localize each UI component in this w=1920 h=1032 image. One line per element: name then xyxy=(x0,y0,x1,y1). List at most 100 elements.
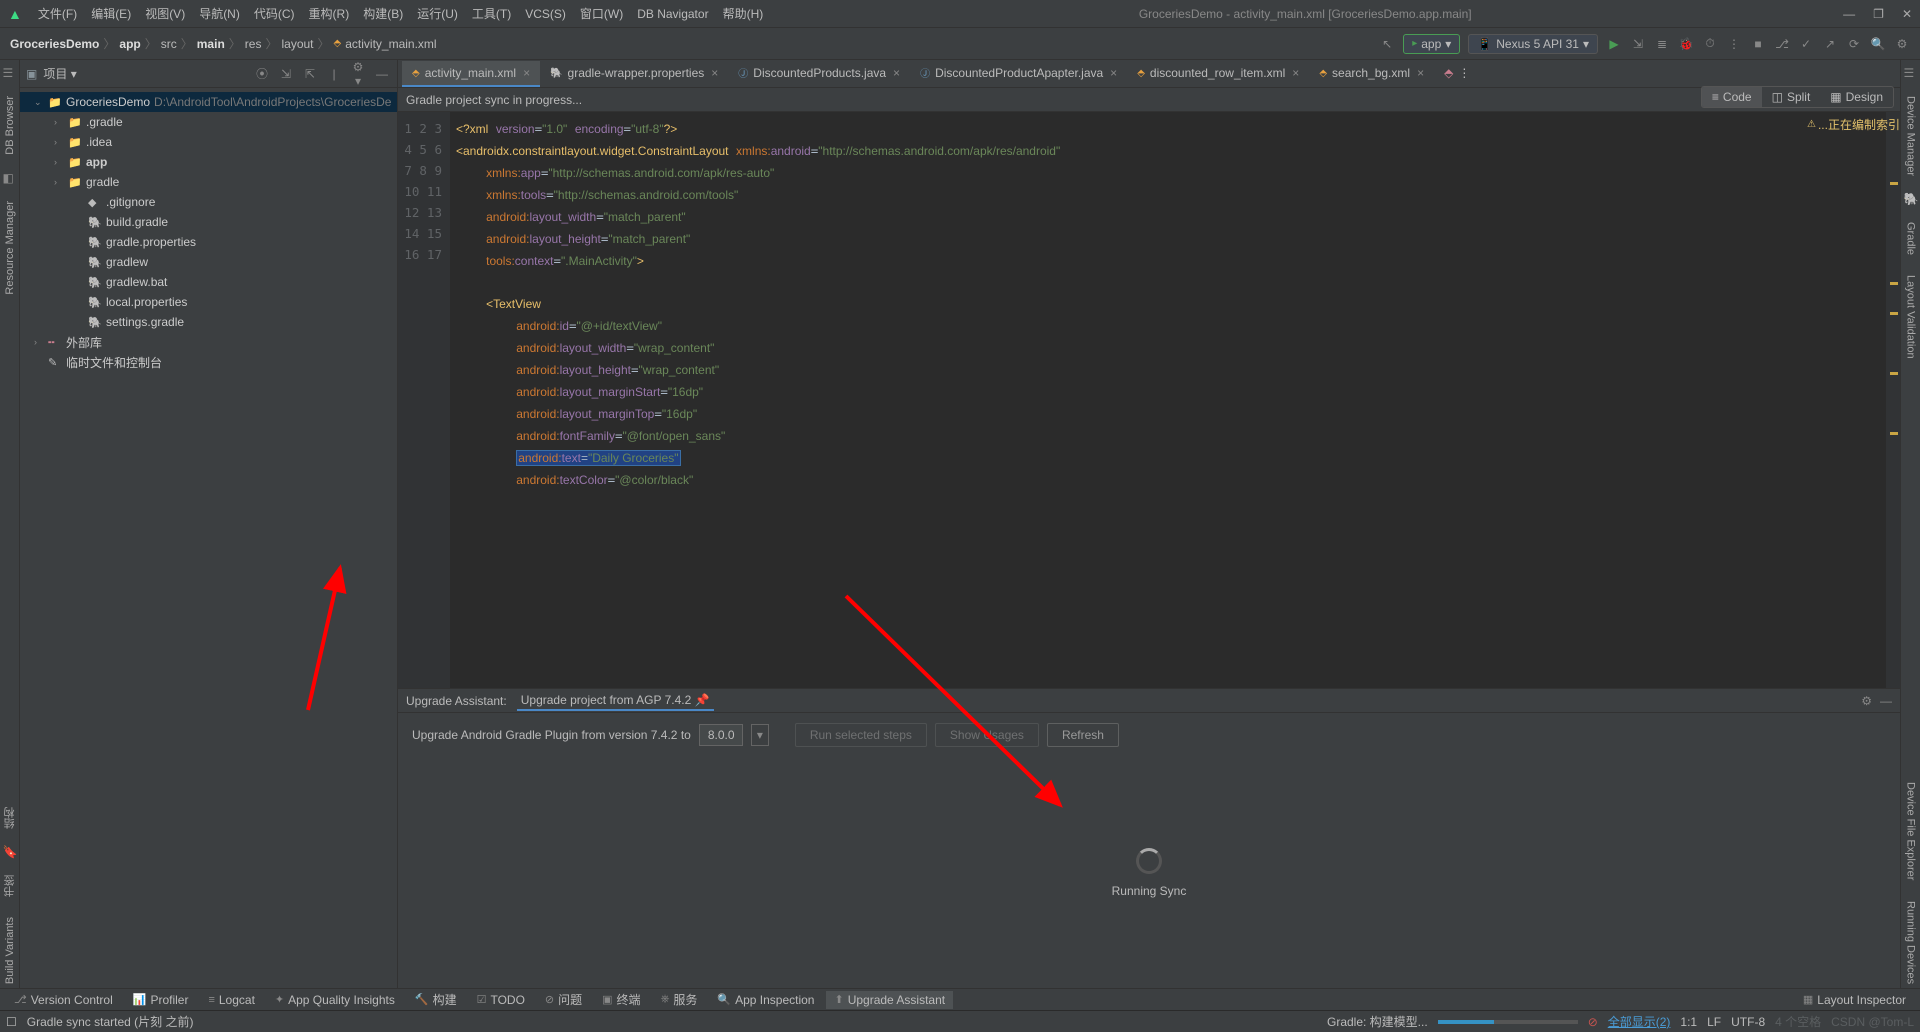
more-icon[interactable]: ⋮ xyxy=(1726,36,1742,52)
tree-node-临时文件和控制台[interactable]: ✎临时文件和控制台 xyxy=(20,352,397,372)
gradle-icon[interactable]: 🐘 xyxy=(1904,192,1918,206)
vcs-tool[interactable]: ⎇Version Control xyxy=(6,991,121,1009)
show-usages-button[interactable]: Show Usages xyxy=(935,723,1039,747)
tab-close-icon[interactable]: × xyxy=(1292,66,1299,80)
maximize-icon[interactable]: ❐ xyxy=(1873,7,1884,21)
resource-manager-tab[interactable]: Resource Manager xyxy=(4,197,16,299)
agp-version-input[interactable]: 8.0.0 xyxy=(699,724,743,746)
menu-tools[interactable]: 工具(T) xyxy=(468,3,515,24)
show-all-link[interactable]: 全部显示(2) xyxy=(1608,1013,1671,1030)
structure-tab[interactable]: 结构 xyxy=(2,803,18,833)
tree-node-gradlew[interactable]: 🐘gradlew xyxy=(20,252,397,272)
debug-attach-icon[interactable]: ⇲ xyxy=(1630,36,1646,52)
back-icon[interactable]: ↖ xyxy=(1379,36,1395,52)
menu-dbnav[interactable]: DB Navigator xyxy=(633,5,712,23)
tree-node-GroceriesDemo[interactable]: ⌄📁GroceriesDemo D:\AndroidTool\AndroidPr… xyxy=(20,92,397,112)
progress-cancel-icon[interactable]: ⊘ xyxy=(1588,1015,1598,1029)
editor-tab-DiscountedProductApapter.java[interactable]: ⒿDiscountedProductApapter.java× xyxy=(910,60,1127,87)
run-config-combo[interactable]: app▾ xyxy=(1403,34,1460,54)
locate-icon[interactable]: ⦿ xyxy=(253,65,271,82)
tree-node-build.gradle[interactable]: 🐘build.gradle xyxy=(20,212,397,232)
gradle-tab[interactable]: Gradle xyxy=(1905,218,1917,259)
app-inspection-tool[interactable]: 🔍App Inspection xyxy=(709,991,822,1009)
editor-tab-DiscountedProducts.java[interactable]: ⒿDiscountedProducts.java× xyxy=(728,60,910,87)
bookmarks-tab[interactable]: 书签 xyxy=(2,871,18,901)
tree-node-.gradle[interactable]: ›📁.gradle xyxy=(20,112,397,132)
line-sep[interactable]: LF xyxy=(1707,1015,1721,1029)
tree-node-local.properties[interactable]: 🐘local.properties xyxy=(20,292,397,312)
menu-code[interactable]: 代码(C) xyxy=(250,3,299,24)
code-content[interactable]: <?xml version="1.0" encoding="utf-8"?> <… xyxy=(450,112,1886,688)
layout-validation-tab[interactable]: Layout Validation xyxy=(1905,271,1917,363)
todo-tool[interactable]: ☑TODO xyxy=(469,991,533,1009)
menu-edit[interactable]: 编辑(E) xyxy=(87,3,135,24)
stop-icon[interactable]: ■ xyxy=(1750,36,1766,52)
debug-icon[interactable]: 🐞 xyxy=(1678,36,1694,52)
bookmark-icon[interactable]: 🔖 xyxy=(3,845,17,859)
agp-version-dropdown[interactable]: ▾ xyxy=(751,724,769,746)
terminal-tool[interactable]: ▣终端 xyxy=(594,989,648,1010)
encoding[interactable]: UTF-8 xyxy=(1731,1015,1765,1029)
tree-node-settings.gradle[interactable]: 🐘settings.gradle xyxy=(20,312,397,332)
collapse-icon[interactable]: ⇱ xyxy=(301,67,319,81)
db-browser-tab[interactable]: DB Browser xyxy=(4,92,16,159)
run-icon[interactable]: ▶ xyxy=(1606,36,1622,52)
running-devices-tab[interactable]: Running Devices xyxy=(1905,897,1917,988)
profiler-tool[interactable]: 📊Profiler xyxy=(125,991,197,1009)
refresh-button[interactable]: Refresh xyxy=(1047,723,1119,747)
design-view-btn[interactable]: ▦ Design xyxy=(1820,87,1893,107)
tree-node-.idea[interactable]: ›📁.idea xyxy=(20,132,397,152)
editor-tab-activity_main.xml[interactable]: ⬘activity_main.xml× xyxy=(402,61,540,87)
gear-icon[interactable]: ⚙ ▾ xyxy=(349,60,367,88)
tree-node-app[interactable]: ›📁app xyxy=(20,152,397,172)
menu-vcs[interactable]: VCS(S) xyxy=(521,5,570,23)
indent-status[interactable]: 4 个空格 xyxy=(1775,1013,1821,1030)
menu-build[interactable]: 构建(B) xyxy=(359,3,407,24)
tree-node-gradle[interactable]: ›📁gradle xyxy=(20,172,397,192)
search-icon[interactable]: 🔍 xyxy=(1870,36,1886,52)
device-combo[interactable]: 📱Nexus 5 API 31▾ xyxy=(1468,34,1598,54)
menu-view[interactable]: 视图(V) xyxy=(141,3,189,24)
tree-node-.gitignore[interactable]: ◆.gitignore xyxy=(20,192,397,212)
progress-bar[interactable] xyxy=(1438,1020,1578,1024)
expand-icon[interactable]: ⇲ xyxy=(277,67,295,81)
upgrade-tab[interactable]: Upgrade project from AGP 7.4.2 📌 xyxy=(517,691,714,711)
device-file-explorer-tab[interactable]: Device File Explorer xyxy=(1905,778,1917,884)
upgrade-assistant-tool[interactable]: ⬆Upgrade Assistant xyxy=(826,991,953,1009)
devmgr-icon[interactable]: ☰ xyxy=(1904,66,1918,80)
split-view-btn[interactable]: ◫ Split xyxy=(1762,87,1821,107)
menu-run[interactable]: 运行(U) xyxy=(413,3,462,24)
panel-hide-icon[interactable]: — xyxy=(1880,694,1892,708)
editor-tab-search_bg.xml[interactable]: ⬘search_bg.xml× xyxy=(1309,61,1434,87)
caret-pos[interactable]: 1:1 xyxy=(1680,1015,1697,1029)
sync-icon[interactable]: ⟳ xyxy=(1846,36,1862,52)
menu-help[interactable]: 帮助(H) xyxy=(719,3,768,24)
project-tree[interactable]: ⌄📁GroceriesDemo D:\AndroidTool\AndroidPr… xyxy=(20,88,397,988)
tab-close-icon[interactable]: × xyxy=(711,66,718,80)
project-view-label[interactable]: 项目 ▾ xyxy=(43,65,247,82)
tab-close-icon[interactable]: × xyxy=(893,66,900,80)
menu-nav[interactable]: 导航(N) xyxy=(195,3,244,24)
error-stripe[interactable]: 正在编制索引... ⚠ xyxy=(1886,112,1900,688)
logcat-tool[interactable]: ≡Logcat xyxy=(200,991,262,1009)
editor-tab-gradle-wrapper.properties[interactable]: 🐘gradle-wrapper.properties× xyxy=(540,61,728,87)
problems-tool[interactable]: ⊘问题 xyxy=(537,989,590,1010)
tab-close-icon[interactable]: × xyxy=(1417,66,1424,80)
panel-settings-icon[interactable]: ⚙ xyxy=(1861,694,1872,708)
git-branch-icon[interactable]: ⎇ xyxy=(1774,36,1790,52)
tree-node-gradlew.bat[interactable]: 🐘gradlew.bat xyxy=(20,272,397,292)
design-view-switcher[interactable]: ≡ Code ◫ Split ▦ Design xyxy=(1701,86,1894,108)
coverage-icon[interactable]: ≣ xyxy=(1654,36,1670,52)
tab-close-icon[interactable]: × xyxy=(1110,66,1117,80)
close-icon[interactable]: ✕ xyxy=(1902,7,1912,21)
tree-node-gradle.properties[interactable]: 🐘gradle.properties xyxy=(20,232,397,252)
run-steps-button[interactable]: Run selected steps xyxy=(795,723,927,747)
git-commit-icon[interactable]: ✓ xyxy=(1798,36,1814,52)
build-variants-tab[interactable]: Build Variants xyxy=(4,913,16,988)
tab-overflow[interactable]: ⬘ ⋮ xyxy=(1434,61,1480,87)
build-tool[interactable]: 🔨构建 xyxy=(407,989,465,1010)
tree-node-外部库[interactable]: ›╍外部库 xyxy=(20,332,397,352)
breadcrumb[interactable]: GroceriesDemo〉 app〉 src〉 main〉 res〉 layo… xyxy=(10,35,437,52)
code-editor[interactable]: 1 2 3 4 5 6 7 8 9 10 11 12 13 14 15 16 1… xyxy=(398,112,1900,688)
res-icon[interactable]: ◧ xyxy=(3,171,17,185)
